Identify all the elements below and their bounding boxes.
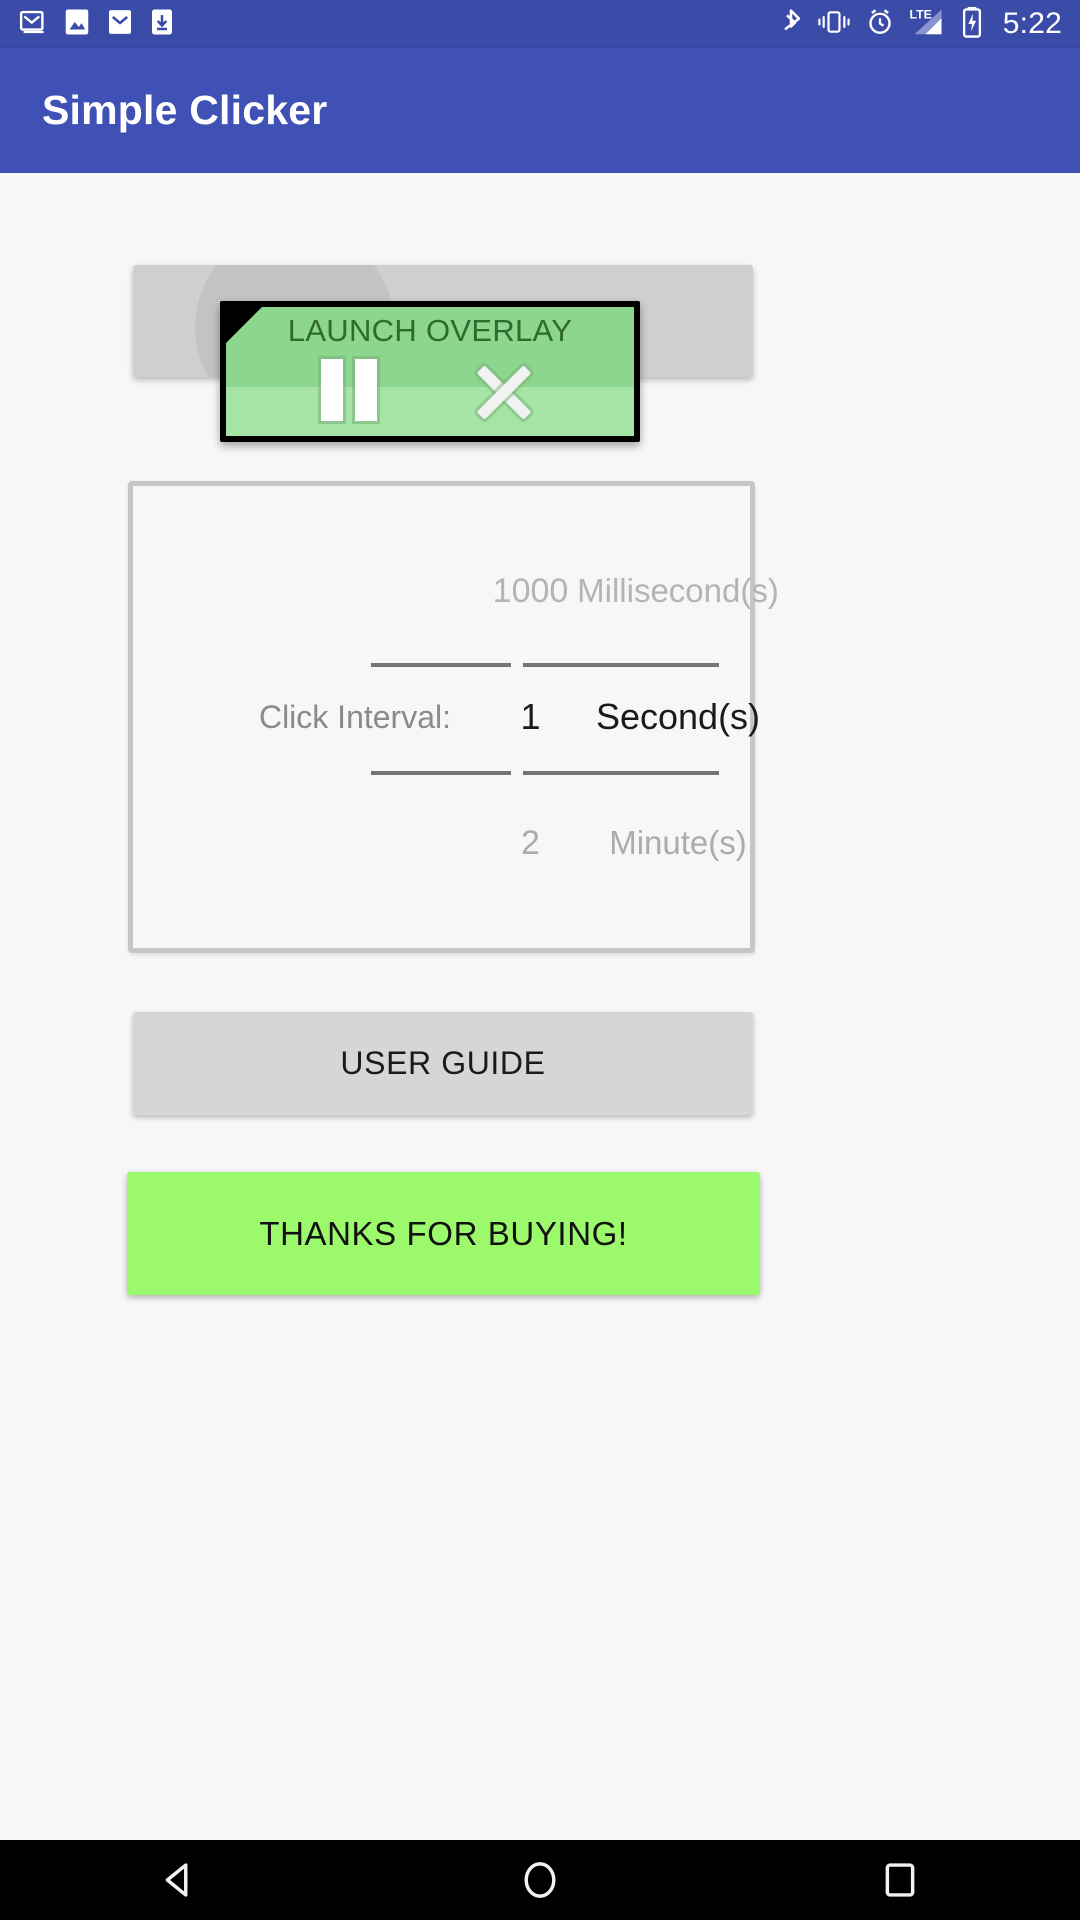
floating-overlay-widget[interactable]: LAUNCH OVERLAY — [220, 301, 640, 442]
picker-value-selected[interactable]: 1 — [463, 696, 598, 738]
battery-charging-icon — [961, 6, 983, 43]
picker-divider-number-bottom — [371, 771, 511, 775]
pause-icon[interactable] — [321, 359, 377, 421]
picker-unit-above-text: Millisecond(s) — [577, 572, 779, 609]
overlay-widget-controls — [226, 355, 634, 425]
phone-screen: LTE 5:22 Simple Clicker LAUNCH OVERLAY 1… — [0, 0, 1080, 1920]
overlay-widget-title: LAUNCH OVERLAY — [287, 313, 573, 348]
click-interval-picker-card: 1000 Millisecond(s) Click Interval: 1 Se… — [128, 481, 779, 953]
download-icon — [149, 7, 175, 42]
picker-value-below[interactable]: 2 — [463, 824, 598, 863]
picker-value-selected-text: 1 — [520, 696, 541, 737]
click-interval-label-text: Click Interval: — [258, 698, 451, 735]
bluetooth-icon — [779, 6, 803, 43]
gmail-icon — [106, 7, 134, 42]
status-icons: LTE 5:22 — [779, 6, 1062, 43]
picker-value-below-text: 2 — [521, 823, 540, 862]
user-guide-button[interactable]: USER GUIDE — [133, 1012, 753, 1115]
gmail-icon — [18, 7, 48, 42]
back-button[interactable] — [120, 1857, 240, 1903]
recents-button[interactable] — [840, 1857, 960, 1903]
close-icon[interactable] — [469, 355, 539, 425]
thanks-for-buying-button-label: THANKS FOR BUYING! — [259, 1214, 628, 1252]
photos-icon — [63, 7, 91, 42]
vibrate-icon — [817, 7, 851, 42]
picker-unit-below[interactable]: Minute(s) — [598, 824, 758, 862]
picker-unit-above[interactable]: Millisecond(s) — [577, 572, 779, 610]
picker-value-above-text: 1000 — [492, 571, 569, 610]
system-navigation-bar — [0, 1840, 1080, 1920]
svg-text:LTE: LTE — [909, 7, 931, 21]
click-interval-label: Click Interval: — [133, 699, 463, 736]
lte-signal-icon: LTE — [909, 6, 947, 43]
alarm-icon — [865, 7, 895, 42]
pause-bar-right — [355, 359, 377, 421]
picker-divider-unit-bottom — [523, 771, 719, 775]
picker-divider-number-top — [371, 663, 511, 667]
picker-unit-below-text: Minute(s) — [609, 824, 747, 861]
pause-bar-left — [321, 359, 343, 421]
thanks-for-buying-button[interactable]: THANKS FOR BUYING! — [127, 1172, 760, 1295]
picker-unit-selected-text: Second(s) — [595, 696, 761, 737]
picker-divider-unit-top — [523, 663, 719, 667]
notification-icons — [18, 7, 175, 42]
picker-unit-selected[interactable]: Second(s) — [595, 696, 761, 738]
user-guide-button-label: USER GUIDE — [340, 1045, 546, 1081]
status-bar: LTE 5:22 — [0, 0, 1080, 48]
click-interval-picker-grid: 1000 Millisecond(s) Click Interval: 1 Se… — [133, 486, 779, 948]
main-content: LAUNCH OVERLAY LAUNCH OVERLAY — [0, 173, 1080, 1840]
app-bar: Simple Clicker — [0, 48, 1080, 173]
overlay-widget-body: LAUNCH OVERLAY — [226, 307, 634, 436]
status-bar-clock: 5:22 — [1002, 7, 1062, 40]
home-button[interactable] — [480, 1857, 600, 1903]
page-title: Simple Clicker — [42, 87, 328, 133]
